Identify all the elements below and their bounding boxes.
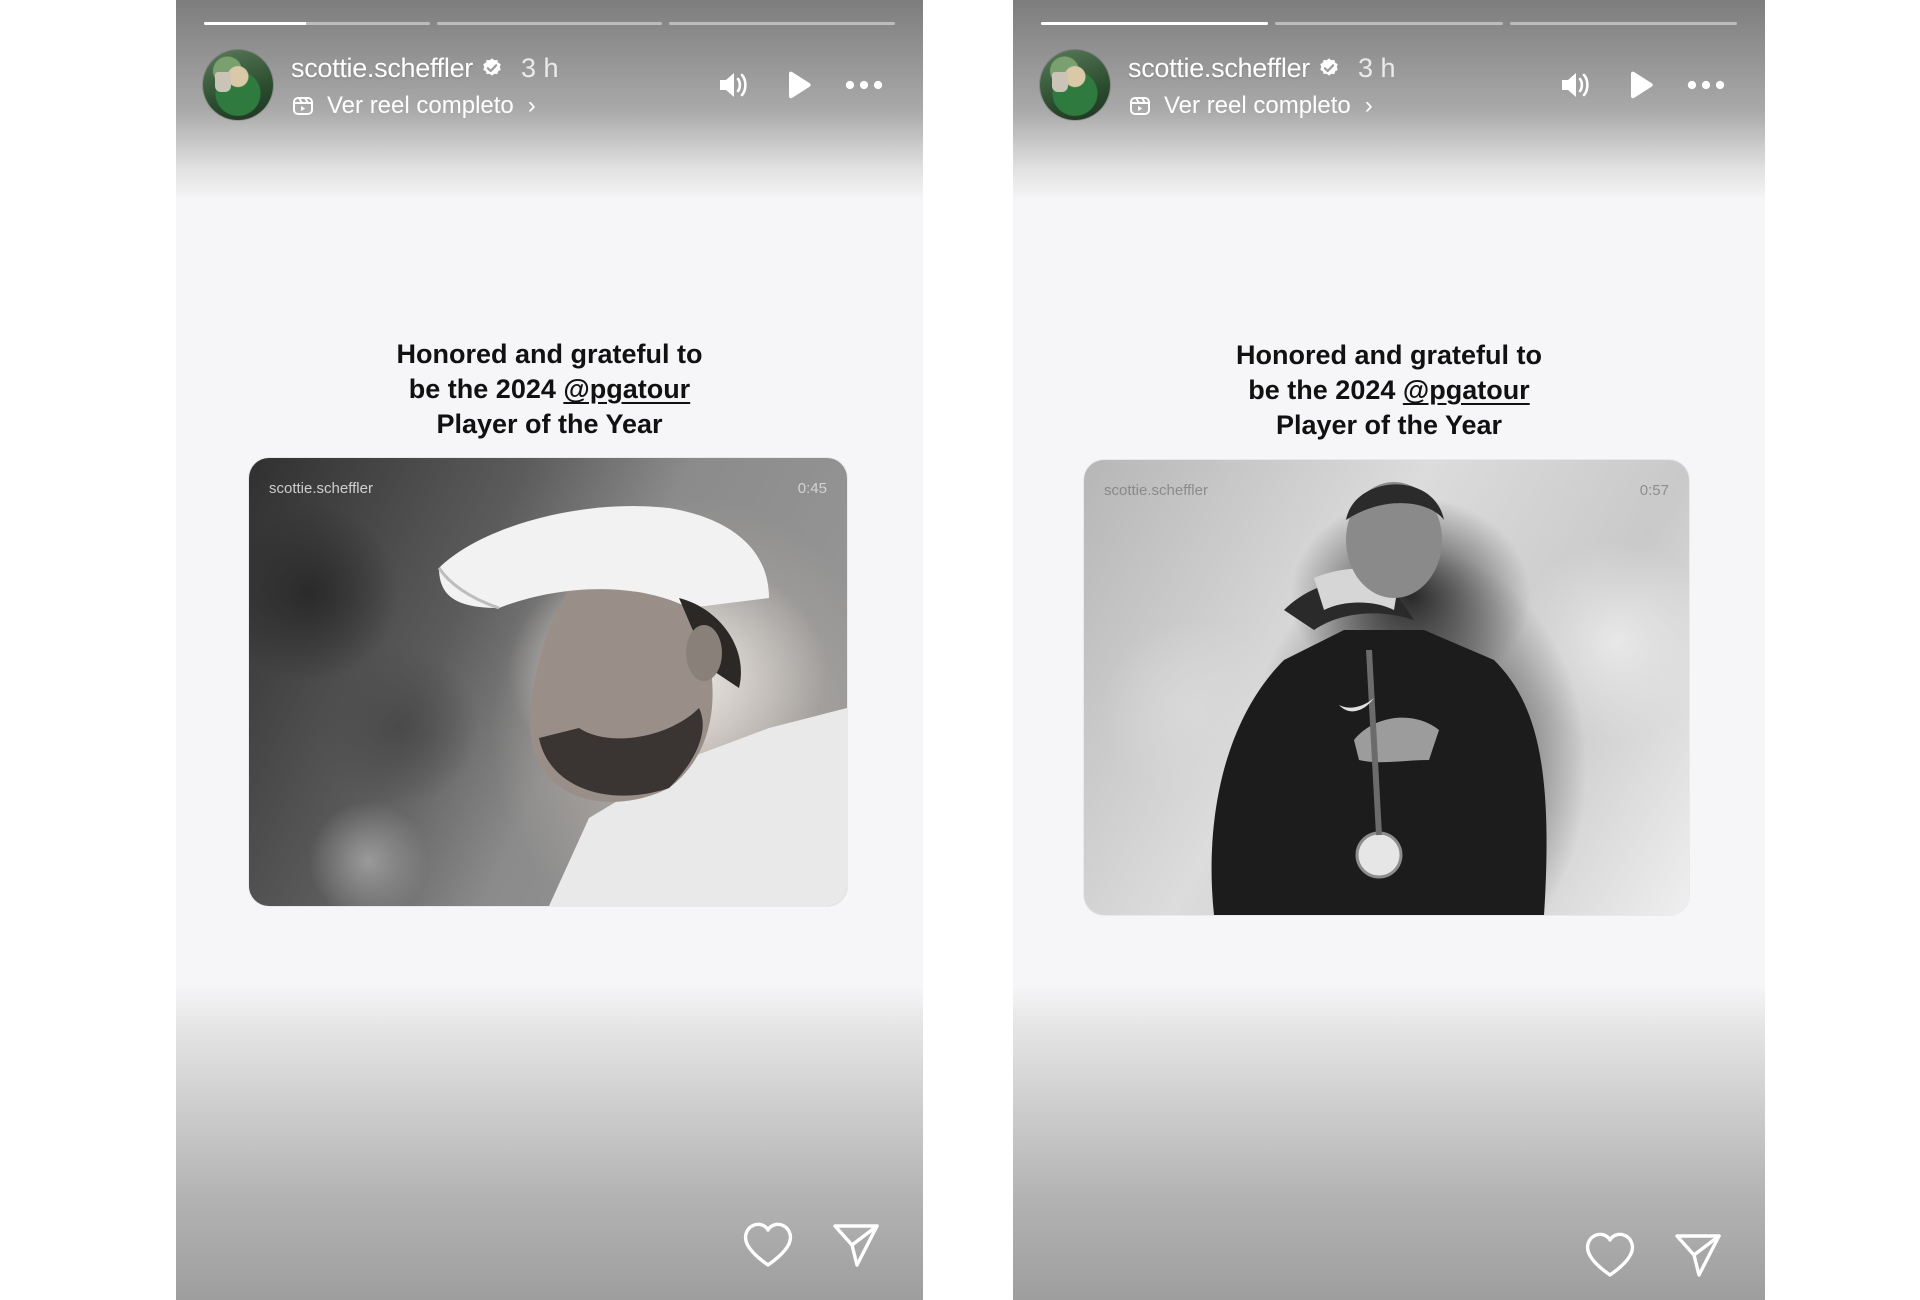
heart-icon (1585, 1232, 1635, 1277)
caption-line: Honored and grateful to (1236, 340, 1542, 370)
progress-segment (1509, 22, 1737, 25)
like-button[interactable] (741, 1218, 795, 1272)
play-button[interactable] (779, 66, 817, 104)
play-icon (789, 71, 811, 99)
story-controls (713, 66, 883, 104)
reel-watermark-username: scottie.scheffler (269, 480, 373, 497)
story-header: scottie.scheffler 3 h Ver reel completo … (1040, 50, 1725, 126)
story-footer-actions (1583, 1228, 1725, 1282)
heart-icon (743, 1222, 793, 1267)
progress-segment (436, 22, 663, 25)
avatar[interactable] (1040, 50, 1110, 120)
story-progress-bar (204, 22, 896, 26)
username-link[interactable]: scottie.scheffler (291, 53, 473, 84)
caption-line: Honored and grateful to (396, 339, 703, 369)
speaker-icon (1562, 73, 1589, 97)
timestamp: 3 h (1358, 52, 1396, 83)
story-progress-bar (1041, 22, 1737, 26)
shared-reel-preview[interactable]: scottie.scheffler 0:45 (249, 458, 847, 906)
send-icon (1675, 1234, 1721, 1277)
caption-line: Player of the Year (1275, 410, 1503, 440)
view-full-reel-label: Ver reel completo (327, 92, 514, 119)
more-dots-icon (1687, 80, 1725, 90)
username-row: scottie.scheffler 3 h (291, 52, 559, 84)
shared-reel-preview[interactable]: scottie.scheffler 0:57 (1084, 460, 1689, 915)
verified-badge-icon (1320, 58, 1338, 76)
reel-icon (293, 97, 313, 115)
more-options-button[interactable] (1687, 66, 1725, 104)
caption-line: be the 2024 @pgatour (1248, 375, 1530, 405)
story-caption: Honored and grateful to be the 2024 @pga… (1013, 338, 1765, 443)
progress-segment (1041, 22, 1269, 25)
avatar[interactable] (203, 50, 273, 120)
photo-subject (437, 506, 847, 906)
caption-line: Player of the Year (436, 409, 663, 439)
caption-line: be the 2024 @pgatour (408, 374, 691, 404)
username-link[interactable]: scottie.scheffler (1128, 53, 1310, 84)
play-icon (1631, 71, 1653, 99)
reel-icon (1130, 97, 1150, 115)
story-header: scottie.scheffler 3 h Ver reel completo … (203, 50, 883, 126)
reel-watermark-time: 0:45 (797, 480, 827, 497)
more-options-button[interactable] (845, 66, 883, 104)
reel-watermark-username: scottie.scheffler (1104, 482, 1208, 499)
view-full-reel-link[interactable]: Ver reel completo › (291, 92, 536, 120)
send-icon (833, 1224, 879, 1267)
view-full-reel-link[interactable]: Ver reel completo › (1128, 92, 1373, 120)
share-button[interactable] (829, 1218, 883, 1272)
progress-segment (669, 22, 896, 25)
chevron-right-icon: › (1364, 92, 1373, 119)
speaker-icon (720, 73, 747, 97)
username-row: scottie.scheffler 3 h (1128, 52, 1396, 84)
story-footer-actions (741, 1218, 883, 1272)
progress-segment (1275, 22, 1503, 25)
chevron-right-icon: › (527, 92, 536, 119)
like-button[interactable] (1583, 1228, 1637, 1282)
share-button[interactable] (1671, 1228, 1725, 1282)
reel-watermark-time: 0:57 (1639, 482, 1669, 499)
view-full-reel-label: Ver reel completo (1164, 92, 1351, 119)
verified-badge-icon (483, 58, 501, 76)
sound-button[interactable] (713, 66, 751, 104)
progress-segment (204, 22, 430, 25)
mention-link[interactable]: @pgatour (563, 374, 690, 404)
story-panel-left[interactable]: scottie.scheffler 3 h Ver reel completo … (176, 0, 923, 1300)
more-dots-icon (845, 80, 883, 90)
mention-link[interactable]: @pgatour (1403, 375, 1530, 405)
story-controls (1555, 66, 1725, 104)
photo-subject (1211, 482, 1547, 915)
story-panel-right[interactable]: scottie.scheffler 3 h Ver reel completo … (1013, 0, 1765, 1300)
sound-button[interactable] (1555, 66, 1593, 104)
story-caption: Honored and grateful to be the 2024 @pga… (176, 337, 923, 442)
play-button[interactable] (1621, 66, 1659, 104)
timestamp: 3 h (521, 52, 559, 83)
